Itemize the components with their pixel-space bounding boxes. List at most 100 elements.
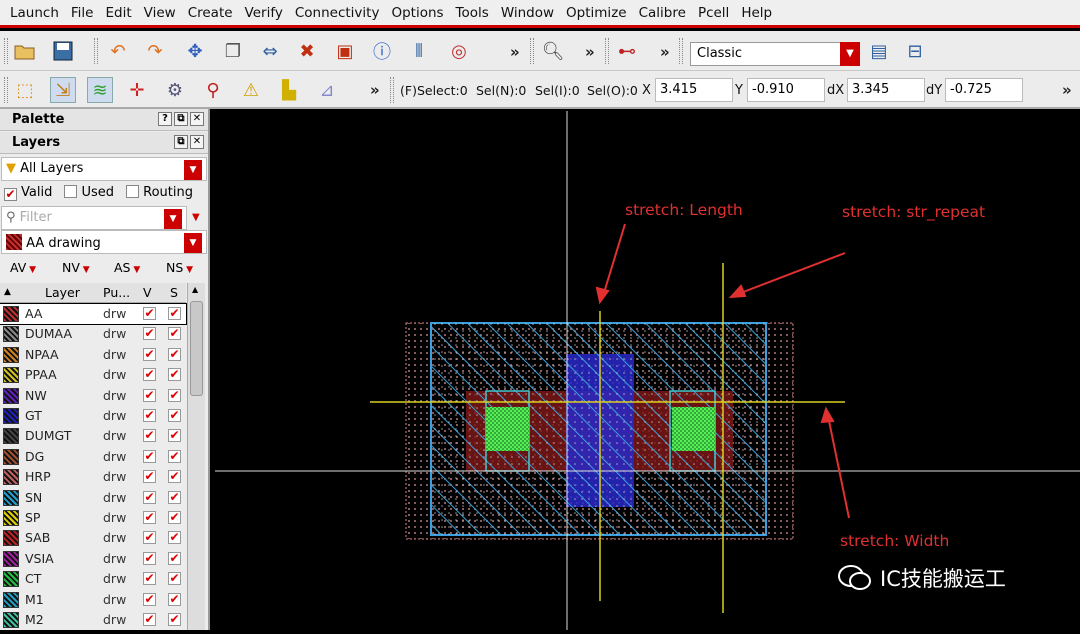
layer-stack-icon[interactable]: ≋: [87, 77, 113, 103]
selectable-checkbox[interactable]: ✔: [168, 368, 181, 382]
layout-canvas[interactable]: stretch: Length stretch: str_repeat stre…: [215, 111, 1080, 630]
chevron-down-icon[interactable]: ▼: [131, 265, 140, 275]
layer-row[interactable]: SP drw ✔ ✔: [0, 508, 186, 528]
routing-checkbox[interactable]: [126, 185, 140, 198]
properties-icon[interactable]: ▣: [332, 38, 358, 64]
layer-row[interactable]: NW drw ✔ ✔: [0, 386, 186, 406]
menu-verify[interactable]: Verify: [239, 5, 289, 21]
toggle-av[interactable]: AV ▼: [10, 260, 36, 275]
layer-row[interactable]: CT drw ✔ ✔: [0, 569, 186, 589]
menu-calibre[interactable]: Calibre: [633, 5, 692, 21]
menu-options[interactable]: Options: [385, 5, 449, 21]
selectable-checkbox[interactable]: ✔: [168, 531, 181, 545]
layer-row[interactable]: DUMGT drw ✔ ✔: [0, 426, 186, 446]
contact-left[interactable]: [486, 407, 529, 451]
chevron-down-icon[interactable]: ▼: [840, 42, 860, 66]
visible-checkbox[interactable]: ✔: [143, 470, 156, 484]
align-icon[interactable]: ⫴: [406, 38, 432, 64]
toggle-ns[interactable]: NS ▼: [166, 260, 193, 275]
layer-row[interactable]: M2 drw ✔ ✔: [0, 610, 186, 630]
selectable-checkbox[interactable]: ✔: [168, 511, 181, 524]
toolbar-overflow-chevron[interactable]: »: [510, 43, 520, 61]
toggle-as[interactable]: AS ▼: [114, 260, 140, 275]
sort-up-icon[interactable]: ▲: [4, 287, 11, 297]
menu-launch[interactable]: Launch: [4, 5, 65, 21]
menu-pcell[interactable]: Pcell: [692, 5, 735, 21]
selectable-checkbox[interactable]: ✔: [168, 572, 181, 586]
col-selectable[interactable]: S: [170, 285, 178, 300]
selectable-checkbox[interactable]: ✔: [168, 388, 181, 402]
selectable-checkbox[interactable]: ✔: [168, 347, 181, 361]
warning-icon[interactable]: ⚠: [238, 77, 264, 103]
ruler-icon[interactable]: ⊿: [314, 77, 340, 103]
chevron-down-icon[interactable]: ▼: [80, 265, 90, 275]
scroll-up-icon[interactable]: ▲: [192, 285, 198, 294]
chevron-down-icon[interactable]: ▼: [184, 160, 202, 180]
move-icon[interactable]: ✥: [182, 38, 208, 64]
selectable-checkbox[interactable]: ✔: [168, 327, 181, 341]
used-checkbox[interactable]: [64, 185, 78, 198]
toggle-nv[interactable]: NV ▼: [62, 260, 90, 275]
save-icon[interactable]: [50, 38, 76, 64]
workspace-select[interactable]: Classic ▼: [690, 42, 860, 66]
selectable-checkbox[interactable]: ✔: [168, 449, 181, 463]
col-purpose[interactable]: Pu...: [103, 285, 130, 300]
layer-row[interactable]: DUMAA drw ✔ ✔: [0, 324, 186, 344]
menu-help[interactable]: Help: [735, 5, 778, 21]
visible-checkbox[interactable]: ✔: [143, 490, 156, 504]
dx-field[interactable]: 3.345: [847, 78, 925, 102]
visible-checkbox[interactable]: ✔: [143, 368, 156, 382]
menu-edit[interactable]: Edit: [99, 5, 137, 21]
layer-set-select[interactable]: ▼ All Layers ▼: [1, 157, 207, 181]
open-folder-icon[interactable]: [12, 38, 38, 64]
menu-tools[interactable]: Tools: [450, 5, 495, 21]
scroll-thumb[interactable]: [190, 301, 203, 396]
layer-row[interactable]: AA drw ✔ ✔: [0, 303, 187, 325]
layer-row[interactable]: NPAA drw ✔ ✔: [0, 345, 186, 365]
gravity-icon[interactable]: ⚙: [162, 77, 188, 103]
stretch-icon[interactable]: ⇔: [257, 38, 283, 64]
toolbar-grip[interactable]: [530, 38, 534, 64]
toolbar-grip[interactable]: [679, 38, 683, 64]
workspace-save-icon[interactable]: ▤: [866, 38, 892, 64]
toolbar-overflow-chevron[interactable]: »: [370, 81, 380, 99]
selectable-checkbox[interactable]: ✔: [168, 470, 181, 484]
menu-window[interactable]: Window: [495, 5, 560, 21]
filter-menu-arrow-icon[interactable]: ▼: [192, 212, 200, 223]
select-mode-icon[interactable]: ⬚: [12, 77, 38, 103]
valid-checkbox[interactable]: ✔: [4, 188, 17, 201]
x-coordinate-field[interactable]: 3.415: [655, 78, 733, 102]
copy-icon[interactable]: ❐: [220, 38, 246, 64]
visible-checkbox[interactable]: ✔: [143, 307, 156, 320]
toolbar-grip[interactable]: [605, 38, 609, 64]
help-icon[interactable]: ?: [158, 112, 172, 126]
undo-icon[interactable]: ↶: [105, 38, 131, 64]
selectable-checkbox[interactable]: ✔: [168, 490, 181, 504]
selectable-checkbox[interactable]: ✔: [168, 613, 181, 626]
marker-icon[interactable]: ⚲: [200, 77, 226, 103]
visible-checkbox[interactable]: ✔: [143, 388, 156, 402]
col-layer[interactable]: Layer: [45, 285, 80, 300]
visible-checkbox[interactable]: ✔: [143, 409, 156, 422]
connectivity-icon[interactable]: ⊷: [614, 38, 640, 64]
crosshair-icon[interactable]: ✛: [124, 77, 150, 103]
dy-field[interactable]: -0.725: [945, 78, 1023, 102]
layer-row[interactable]: HRP drw ✔ ✔: [0, 467, 186, 487]
visible-checkbox[interactable]: ✔: [143, 572, 156, 586]
toolbar-overflow-chevron[interactable]: »: [585, 43, 595, 61]
visible-checkbox[interactable]: ✔: [143, 531, 156, 545]
float-icon[interactable]: ⧉: [174, 135, 188, 149]
y-coordinate-field[interactable]: -0.910: [747, 78, 825, 102]
visible-checkbox[interactable]: ✔: [143, 592, 156, 606]
selectable-checkbox[interactable]: ✔: [168, 429, 181, 443]
selectable-checkbox[interactable]: ✔: [168, 307, 181, 320]
current-layer-select[interactable]: AA drawing ▼: [1, 230, 207, 254]
chevron-down-icon[interactable]: ▼: [26, 265, 36, 275]
hierarchy-icon[interactable]: ◎: [446, 38, 472, 64]
selectable-checkbox[interactable]: ✔: [168, 592, 181, 606]
visible-checkbox[interactable]: ✔: [143, 327, 156, 341]
menu-create[interactable]: Create: [182, 5, 239, 21]
toolbar-overflow-chevron[interactable]: »: [660, 43, 670, 61]
toolbar-grip[interactable]: [390, 77, 394, 103]
visible-checkbox[interactable]: ✔: [143, 347, 156, 361]
